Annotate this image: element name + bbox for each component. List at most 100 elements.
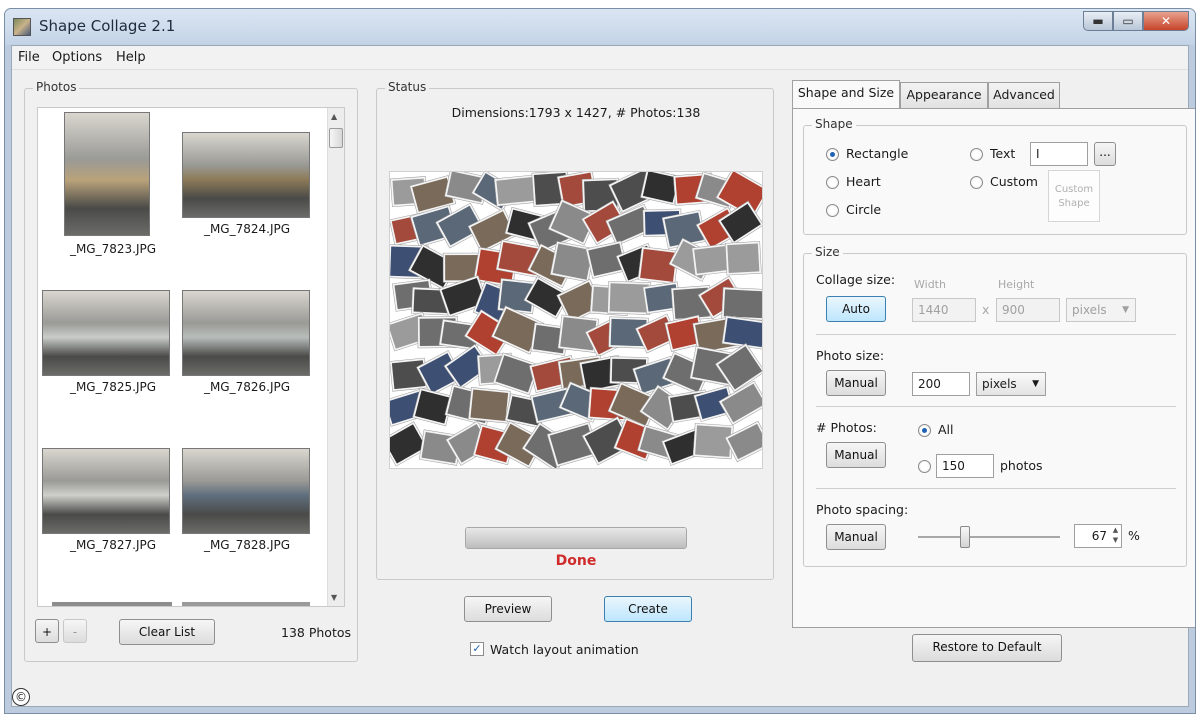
remove-photo-button[interactable]: - [63, 619, 87, 643]
status-group-label: Status [385, 80, 430, 94]
divider [816, 488, 1176, 489]
custom-shape-button[interactable]: Custom Shape [1048, 170, 1100, 222]
progress-bar [465, 527, 687, 549]
minimize-button[interactable]: ▬ [1083, 11, 1113, 31]
percent-label: % [1128, 528, 1140, 543]
scroll-up-arrow-icon[interactable]: ▲ [331, 112, 337, 121]
collage-height-input[interactable]: 900 [996, 298, 1060, 322]
photos-group: Photos _MG_7823.JPG _MG_7824.JPG _MG_782… [24, 80, 358, 662]
font-browse-button[interactable]: ... [1094, 142, 1116, 166]
photo-count-radio[interactable] [918, 460, 931, 473]
size-group-label: Size [812, 245, 843, 259]
menu-file[interactable]: File [18, 50, 40, 65]
tab-shape-and-size[interactable]: Shape and Size [792, 80, 900, 108]
spacing-slider-thumb[interactable] [960, 526, 970, 548]
photo-thumbnail[interactable] [182, 448, 310, 534]
custom-label: Custom [990, 174, 1038, 189]
custom-radio[interactable] [970, 176, 983, 189]
collage-width-input[interactable]: 1440 [912, 298, 976, 322]
menu-bar: File Options Help [12, 46, 1188, 70]
text-radio[interactable] [970, 148, 983, 161]
circle-label: Circle [846, 202, 882, 217]
photo-filename: _MG_7826.JPG [203, 380, 291, 394]
height-label: Height [998, 278, 1035, 291]
dimensions-text: Dimensions:1793 x 1427, # Photos:138 [451, 105, 701, 120]
collage-preview [389, 171, 763, 469]
rectangle-radio[interactable] [826, 148, 839, 161]
photo-count-input[interactable]: 150 [936, 454, 994, 478]
progress-fill [466, 528, 686, 548]
settings-tabs: Shape and Size Appearance Advanced Shape… [792, 80, 1195, 628]
photo-count: 138 Photos [281, 625, 352, 640]
window-title: Shape Collage 2.1 [39, 17, 176, 35]
restore-default-button[interactable]: Restore to Default [912, 634, 1062, 662]
photo-thumbnail[interactable] [42, 448, 170, 534]
collage-size-auto-button[interactable]: Auto [826, 296, 886, 322]
scroll-down-arrow-icon[interactable]: ▼ [331, 593, 337, 602]
menu-help[interactable]: Help [116, 50, 146, 65]
photo-thumbnail[interactable] [182, 132, 310, 218]
status-group: Status Dimensions:1793 x 1427, # Photos:… [376, 80, 774, 580]
photo-spacing-label: Photo spacing: [816, 502, 909, 517]
photo-size-unit-value: pixels [982, 377, 1017, 391]
photo-filename: _MG_7824.JPG [203, 222, 291, 236]
title-bar: Shape Collage 2.1 ▬ ▭ ✕ [5, 9, 1195, 45]
collage-tile [724, 241, 762, 276]
num-photos-manual-button[interactable]: Manual [826, 442, 886, 468]
circle-radio[interactable] [826, 204, 839, 217]
shape-group-label: Shape [812, 117, 856, 131]
photo-thumbnail-partial [52, 602, 172, 606]
collage-tile [721, 315, 762, 350]
scroll-thumb[interactable] [329, 128, 343, 148]
clear-list-button[interactable]: Clear List [119, 619, 215, 645]
maximize-button[interactable]: ▭ [1113, 11, 1143, 31]
size-x-separator: x [982, 302, 990, 317]
chevron-down-icon: ▼ [1032, 379, 1039, 389]
app-window: Shape Collage 2.1 ▬ ▭ ✕ File Options Hel… [4, 8, 1196, 714]
tab-appearance[interactable]: Appearance [900, 82, 988, 108]
photo-size-unit-select[interactable]: pixels ▼ [976, 372, 1046, 396]
spinner-arrows-icon[interactable]: ▲ ▼ [1110, 525, 1121, 547]
all-photos-radio[interactable] [918, 424, 931, 437]
shape-text-input[interactable]: I [1030, 142, 1088, 166]
photo-spacing-manual-button[interactable]: Manual [826, 524, 886, 550]
heart-label: Heart [846, 174, 881, 189]
photo-list-scrollbar[interactable]: ▲ ▼ [327, 108, 344, 606]
status-done-text: Done [555, 553, 597, 569]
heart-radio[interactable] [826, 176, 839, 189]
photo-thumbnail[interactable] [64, 112, 150, 236]
divider [816, 334, 1176, 335]
photo-size-input[interactable]: 200 [912, 372, 970, 396]
photo-size-label: Photo size: [816, 348, 885, 363]
copyright-badge: © [12, 688, 30, 706]
photo-filename: _MG_7827.JPG [69, 538, 157, 552]
watch-animation-checkbox[interactable]: ✓ [470, 642, 484, 656]
custom-shape-label-line1: Custom [1054, 184, 1094, 195]
close-button[interactable]: ✕ [1143, 11, 1189, 31]
photo-filename: _MG_7825.JPG [69, 380, 157, 394]
photo-thumbnail[interactable] [42, 290, 170, 376]
divider [816, 406, 1176, 407]
watch-animation-label: Watch layout animation [490, 642, 639, 657]
client-area: File Options Help Photos _MG_7823.JPG _M… [11, 45, 1195, 707]
photo-thumbnail[interactable] [182, 290, 310, 376]
collage-tile [467, 387, 511, 424]
tab-advanced[interactable]: Advanced [988, 82, 1060, 108]
chevron-down-icon: ▼ [1122, 305, 1129, 315]
create-button[interactable]: Create [604, 596, 692, 622]
photos-group-label: Photos [33, 80, 80, 94]
spacing-slider-track[interactable] [918, 536, 1060, 538]
add-photo-button[interactable]: + [35, 619, 59, 643]
collage-unit-value: pixels [1072, 303, 1107, 317]
photo-filename: _MG_7823.JPG [69, 242, 157, 256]
photo-size-manual-button[interactable]: Manual [826, 370, 886, 396]
size-group: Size Collage size: Auto Width Height 144… [803, 245, 1187, 567]
text-label: Text [990, 146, 1016, 161]
collage-unit-select[interactable]: pixels ▼ [1066, 298, 1136, 322]
preview-button[interactable]: Preview [464, 596, 552, 622]
photo-list[interactable]: _MG_7823.JPG _MG_7824.JPG _MG_7825.JPG _… [37, 107, 345, 607]
app-icon [13, 18, 31, 36]
width-label: Width [914, 278, 946, 291]
menu-options[interactable]: Options [52, 50, 102, 65]
collage-tile [721, 287, 762, 321]
